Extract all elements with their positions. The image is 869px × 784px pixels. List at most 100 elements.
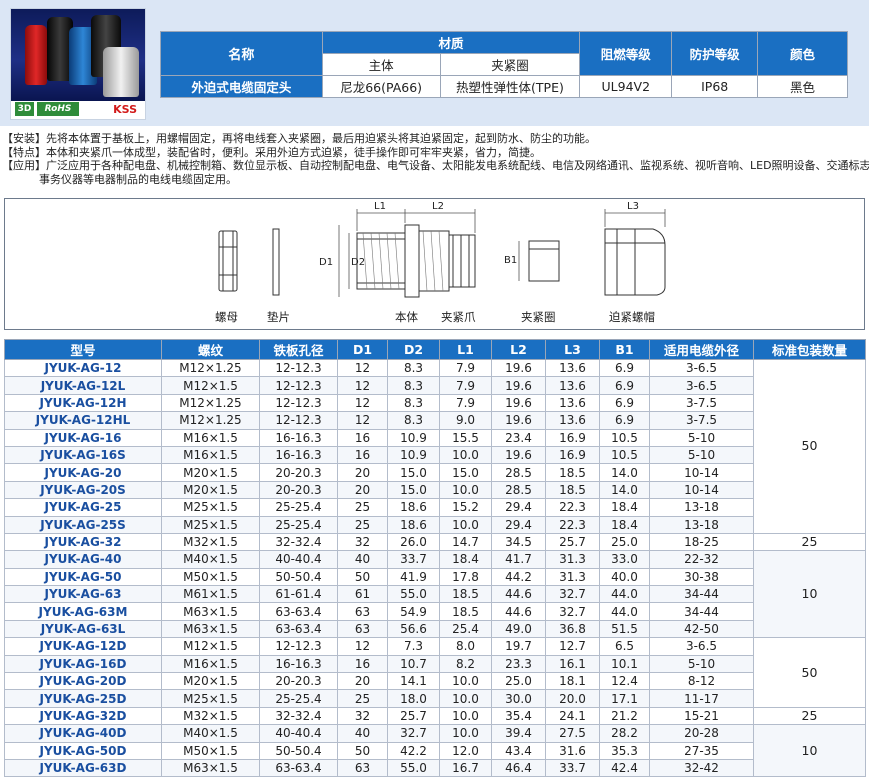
col-l2: L2 [491,339,546,360]
col-d2: D2 [387,339,440,360]
cell-d2: 42.2 [387,741,440,760]
claw-label: 夹紧爪 [441,310,476,324]
table-row: JYUK-AG-40D M40×1.5 40-40.4 40 32.7 10.0 39.4 2… [4,724,866,778]
white-gland [103,47,139,97]
cell-b1: 6.9 [599,411,650,430]
cell-l2: 19.6 [491,445,546,465]
cell-d2: 15.0 [387,463,440,482]
cell-d1: 20 [337,463,388,482]
cell-l2: 44.2 [491,567,546,587]
cell-l3: 24.1 [545,706,600,726]
cell-thread: M32×1.5 [161,532,260,552]
cell-l3: 16.1 [545,654,600,674]
parts-drawing [218,209,666,298]
cell-d1: 12 [337,637,388,656]
cell-l3: 22.3 [545,515,600,534]
cell-thread: M25×1.5 [161,689,260,708]
product-photo: 3D RoHS KSS [10,8,146,120]
cell-l1: 14.7 [439,532,492,552]
cell-pack-qty: 10 [753,550,866,639]
cell-l2: 19.7 [491,637,546,656]
cell-cable-diameter: 20-28 [649,724,754,743]
cell-b1: 18.4 [599,498,650,517]
cell-d1: 12 [337,411,388,430]
cell-l2: 23.3 [491,654,546,674]
dim-l1-label: L1 [374,201,386,212]
cell-b1: 10.1 [599,654,650,674]
cell-b1: 6.9 [599,358,650,378]
cell-b1: 51.5 [599,619,650,639]
cell-thread: M63×1.5 [161,619,260,639]
dim-l2-label: L2 [432,201,444,212]
cell-l2: 29.4 [491,498,546,517]
cell-d2: 41.9 [387,567,440,587]
cell-model: JYUK-AG-32 [4,532,162,552]
cell-d2: 26.0 [387,532,440,552]
cell-b1: 10.5 [599,428,650,447]
cell-thread: M20×1.5 [161,463,260,482]
cell-l2: 44.6 [491,585,546,604]
cell-hole: 12-12.3 [259,411,338,430]
cell-l1: 15.2 [439,498,492,517]
cell-l3: 12.7 [545,637,600,656]
cell-cable-diameter: 8-12 [649,672,754,691]
cell-l1: 10.0 [439,480,492,500]
cell-b1: 40.0 [599,567,650,587]
spec-header-protection: 防护等级 [671,31,759,76]
cell-cable-diameter: 27-35 [649,741,754,760]
cell-hole: 20-20.3 [259,672,338,691]
cell-cable-diameter: 5-10 [649,654,754,674]
cell-cable-diameter: 18-25 [649,532,754,552]
cell-model: JYUK-AG-25 [4,498,162,517]
nut-drawing [218,230,238,292]
cell-l1: 10.0 [439,515,492,534]
table-row: JYUK-AG-20 M20×1.5 20-20.3 20 15.0 15.0 28.5 18… [4,463,866,482]
cell-thread: M25×1.5 [161,498,260,517]
cell-cable-diameter: 11-17 [649,689,754,708]
cell-l2: 44.6 [491,602,546,621]
cell-l1: 16.7 [439,758,492,778]
dim-d2-label: D2 [351,257,366,268]
col-d1: D1 [337,339,388,360]
cell-l2: 29.4 [491,515,546,534]
table-row: JYUK-AG-50D M50×1.5 50-50.4 50 42.2 12.0 43.4 3… [4,741,866,760]
cell-l1: 10.0 [439,706,492,726]
cell-b1: 18.4 [599,515,650,534]
cell-d2: 55.0 [387,758,440,778]
thread-hatching [362,230,444,292]
cell-thread: M25×1.5 [161,515,260,534]
cell-l3: 13.6 [545,393,600,413]
cell-l1: 10.0 [439,445,492,465]
cell-b1: 44.0 [599,602,650,621]
cell-hole: 32-32.4 [259,532,338,552]
spec-header-body: 主体 [321,53,441,76]
cell-hole: 20-20.3 [259,480,338,500]
table-row: JYUK-AG-40 M40×1.5 40-40.4 40 33.7 18.4 41.7 31… [4,550,866,639]
cell-cable-diameter: 22-32 [649,550,754,569]
cell-hole: 63-63.4 [259,758,338,778]
cell-hole: 63-63.4 [259,619,338,639]
cell-b1: 28.2 [599,724,650,743]
cell-l3: 36.8 [545,619,600,639]
cell-d1: 40 [337,724,388,743]
cell-hole: 16-16.3 [259,445,338,465]
cell-cable-diameter: 42-50 [649,619,754,639]
cell-d1: 16 [337,654,388,674]
cell-l2: 19.6 [491,393,546,413]
table-row: JYUK-AG-12HL M12×1.25 12-12.3 12 8.3 9.0 19.6 1… [4,411,866,430]
parts-table-header-row: 型号 螺纹 铁板孔径 D1 D2 L1 L2 L3 B1 适用电缆外径 标准包装… [4,339,866,360]
cell-pack-qty: 10 [753,724,866,778]
cell-model: JYUK-AG-63L [4,619,162,639]
table-row: JYUK-AG-25S M25×1.5 25-25.4 25 18.6 10.0 29.4 2… [4,515,866,534]
3d-badge: 3D [15,102,34,116]
cell-model: JYUK-AG-16 [4,428,162,447]
cell-model: JYUK-AG-16D [4,654,162,674]
cell-l1: 15.5 [439,428,492,447]
cell-model: JYUK-AG-25S [4,515,162,534]
cell-l1: 8.0 [439,637,492,656]
cell-d2: 8.3 [387,393,440,413]
cell-cable-diameter: 13-18 [649,498,754,517]
product-header: 3D RoHS KSS 名称 材质 阻燃等级 防护等级 颜色 主体 夹紧圈 外迫… [0,0,869,126]
table-row: JYUK-AG-20D M20×1.5 20-20.3 20 14.1 10.0 25.0 1… [4,672,866,691]
cell-d2: 10.7 [387,654,440,674]
